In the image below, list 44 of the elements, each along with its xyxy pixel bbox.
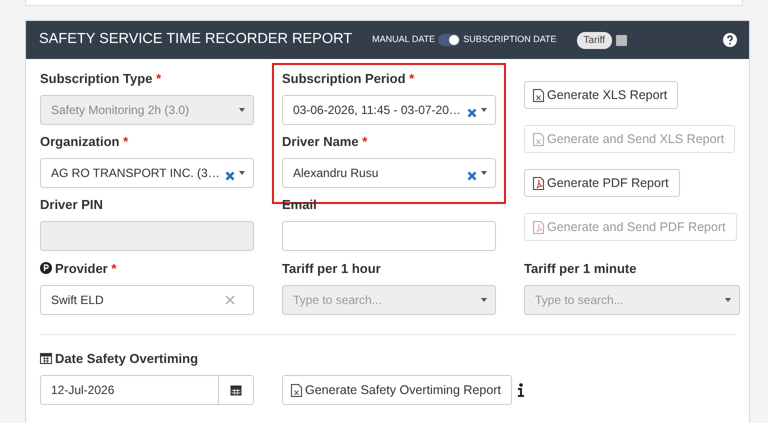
tariff-badge: Tariff: [576, 32, 612, 48]
toggle-label: MANUAL DATE: [372, 33, 436, 46]
help-icon[interactable]: [723, 33, 737, 47]
select-field[interactable]: Swift ELD: [40, 285, 254, 315]
toggle-label: SUBSCRIPTION DATE: [463, 33, 557, 46]
select-field[interactable]: AG RO TRANSPORT INC. (3…: [40, 158, 254, 188]
field-label: Provider *: [40, 261, 254, 277]
field-label: Subscription Type *: [40, 71, 162, 87]
field-label: Tariff per 1 minute: [524, 261, 638, 277]
field-label: Driver Name *: [282, 134, 368, 150]
clear-icon[interactable]: [467, 171, 477, 181]
tariff-checkbox[interactable]: [616, 34, 628, 46]
info-icon[interactable]: [518, 383, 524, 397]
caret-icon: [239, 108, 245, 112]
clear-icon[interactable]: [467, 108, 477, 118]
caret-icon: [725, 298, 731, 302]
pdf-file-icon: [533, 176, 544, 190]
field-label: Driver PIN: [40, 197, 104, 213]
pdf-file-icon: [533, 220, 544, 234]
report-button[interactable]: Generate XLS Report: [524, 81, 678, 109]
caret-icon: [239, 171, 245, 175]
date-field[interactable]: 12-Jul-2026: [40, 375, 219, 405]
report-button[interactable]: Generate Safety Overtiming Report: [282, 375, 512, 405]
caret-icon: [481, 171, 487, 175]
provider-icon: [40, 262, 52, 274]
spreadsheet-file-icon: [533, 88, 544, 102]
calendar-button[interactable]: [219, 375, 254, 405]
calendar-icon: [40, 352, 52, 364]
field-label: Organization *: [40, 134, 130, 150]
field-label: Date Safety Overtiming: [40, 351, 735, 367]
calendar-icon: [230, 384, 242, 396]
select-field[interactable]: Alexandru Rusu: [282, 158, 496, 188]
clear-icon[interactable]: [225, 171, 235, 181]
field-label: Subscription Period *: [282, 71, 416, 87]
panel-title: SAFETY SERVICE TIME RECORDER REPORT: [39, 30, 352, 50]
select-field[interactable]: 03-06-2026, 11:45 - 03-07-20…: [282, 95, 496, 125]
caret-icon: [481, 108, 487, 112]
report-button[interactable]: Generate PDF Report: [524, 169, 680, 197]
spreadsheet-file-icon: [291, 384, 302, 396]
caret-icon: [481, 298, 487, 302]
date-toggle[interactable]: [438, 34, 460, 46]
spreadsheet-file-icon: [533, 132, 544, 146]
input-field[interactable]: [282, 221, 496, 251]
field-label: Tariff per 1 hour: [282, 261, 382, 277]
